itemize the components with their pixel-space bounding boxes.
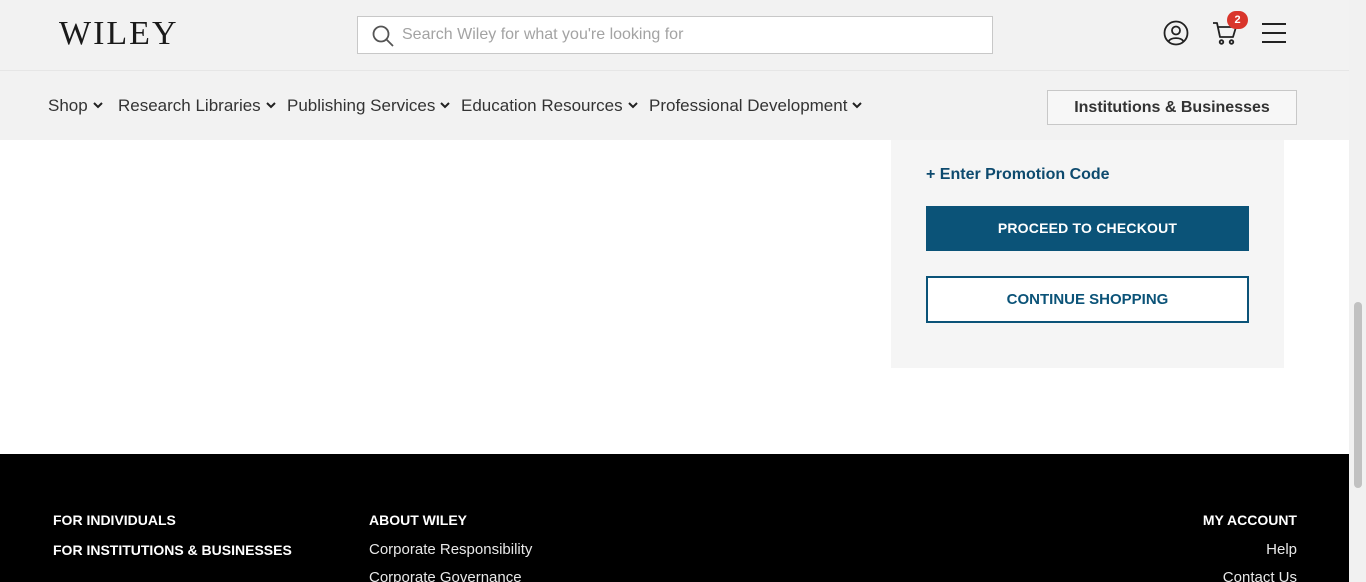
chevron-down-icon <box>92 102 103 109</box>
page-scrollbar[interactable] <box>1349 0 1366 582</box>
nav-item-professional-development[interactable]: Professional Development <box>649 95 863 117</box>
cart-count-badge: 2 <box>1227 11 1248 29</box>
continue-shopping-button[interactable]: CONTINUE SHOPPING <box>926 276 1249 323</box>
wiley-logo[interactable]: WILEY <box>59 14 179 54</box>
scrollbar-thumb[interactable] <box>1354 302 1362 488</box>
footer-link-corporate-responsibility[interactable]: Corporate Responsibility <box>369 540 532 560</box>
nav-item-publishing-services[interactable]: Publishing Services <box>287 95 451 117</box>
institutions-businesses-button[interactable]: Institutions & Businesses <box>1047 90 1297 125</box>
footer-link-corporate-governance[interactable]: Corporate Governance <box>369 568 522 582</box>
nav-item-research-libraries[interactable]: Research Libraries <box>118 95 276 117</box>
main-nav: Shop Research Libraries Publishing Servi… <box>0 70 1349 140</box>
site-footer: FOR INDIVIDUALS FOR INSTITUTIONS & BUSIN… <box>0 454 1349 582</box>
nav-item-shop[interactable]: Shop <box>48 95 103 117</box>
chevron-down-icon <box>627 102 638 109</box>
footer-link-help[interactable]: Help <box>1266 540 1297 560</box>
menu-icon[interactable] <box>1261 20 1287 46</box>
enter-promo-code-link[interactable]: + Enter Promotion Code <box>926 166 1110 184</box>
order-summary-panel: + Enter Promotion Code PROCEED TO CHECKO… <box>891 140 1284 368</box>
footer-about-wiley-heading: ABOUT WILEY <box>369 512 467 528</box>
footer-my-account-heading: MY ACCOUNT <box>1202 512 1297 528</box>
account-icon[interactable] <box>1163 20 1189 46</box>
search-input[interactable] <box>402 17 982 53</box>
footer-for-institutions[interactable]: FOR INSTITUTIONS & BUSINESSES <box>53 541 292 559</box>
search-box <box>357 16 993 54</box>
chevron-down-icon <box>440 102 451 109</box>
chevron-down-icon <box>852 102 863 109</box>
footer-link-contact-us[interactable]: Contact Us <box>1223 568 1297 582</box>
chevron-down-icon <box>265 102 276 109</box>
proceed-to-checkout-button[interactable]: PROCEED TO CHECKOUT <box>926 206 1249 251</box>
footer-for-individuals[interactable]: FOR INDIVIDUALS <box>53 511 176 529</box>
top-header: WILEY 2 <box>0 0 1349 70</box>
nav-item-education-resources[interactable]: Education Resources <box>461 95 638 117</box>
search-icon[interactable] <box>371 24 395 48</box>
page: WILEY 2 Shop <box>0 0 1366 582</box>
